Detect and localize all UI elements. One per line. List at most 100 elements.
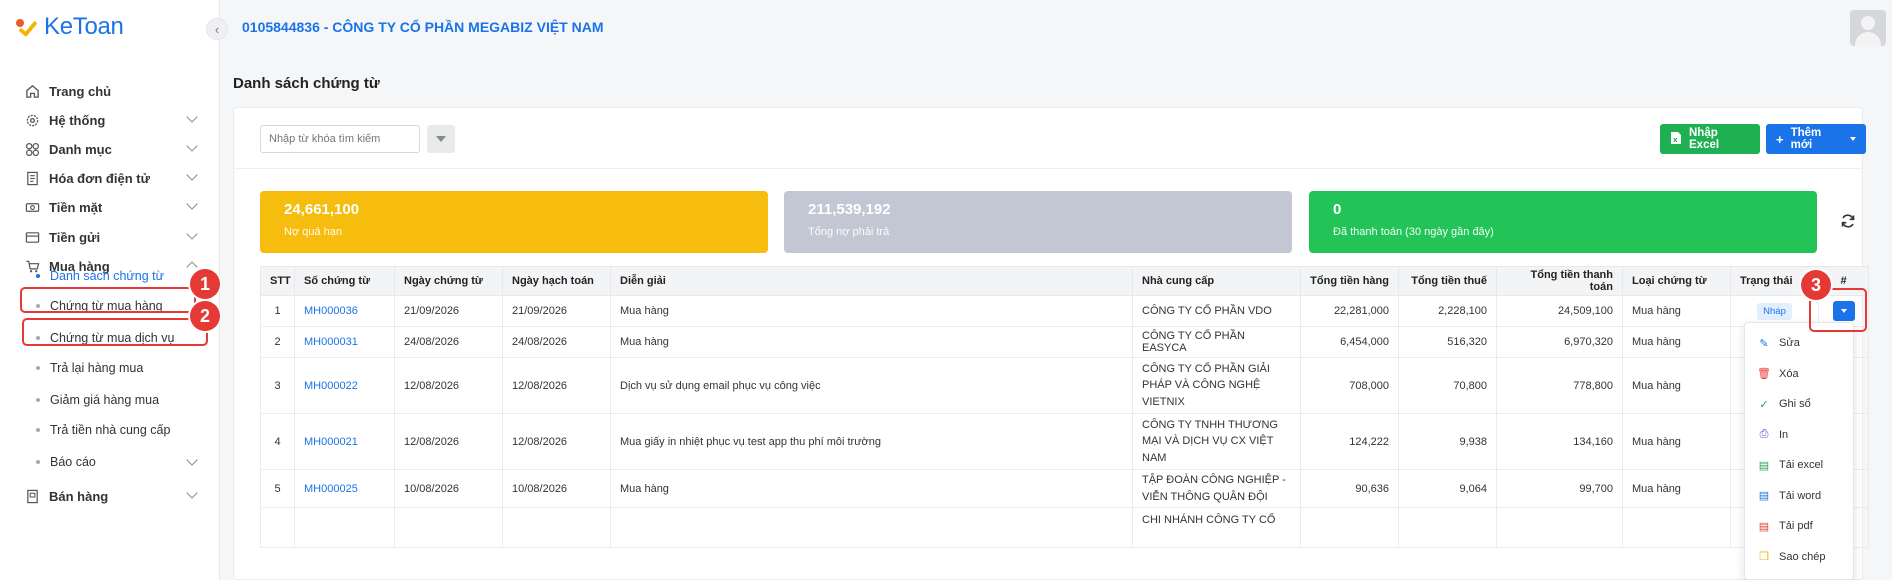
divider	[234, 168, 1862, 169]
cash-icon	[24, 199, 40, 215]
sidebar-subitem-purchase-return[interactable]: Trả lại hàng mua	[0, 354, 200, 382]
pencil-icon: ✎	[1759, 337, 1769, 350]
menu-item-label: Sửa	[1779, 337, 1800, 350]
column-header[interactable]: Ngày hạch toán	[502, 266, 611, 296]
cell-doc-type: Mua hàng	[1622, 413, 1731, 470]
search-input[interactable]	[260, 125, 420, 153]
menu-item-edit[interactable]: ✎ Sửa	[1745, 328, 1853, 359]
cell-payment-total: 6,970,320	[1496, 326, 1623, 358]
sidebar-subitem-label: Trả tiền nhà cung cấp	[50, 423, 171, 437]
sidebar-item-catalog[interactable]: Danh mục	[0, 134, 200, 164]
document-number-link[interactable]: MH000022	[304, 380, 358, 392]
avatar[interactable]	[1850, 10, 1886, 46]
sidebar-item-label: Bán hàng	[49, 488, 109, 504]
menu-item-post[interactable]: ✓ Ghi sổ	[1745, 389, 1853, 420]
cell-goods-total: 90,636	[1300, 469, 1399, 508]
stat-paid-card: 0 Đã thanh toán (30 ngày gần đây)	[1309, 191, 1817, 253]
cell-doc-date	[394, 507, 503, 548]
chevron-left-icon: ‹	[214, 21, 220, 37]
column-header[interactable]: Diễn giải	[610, 266, 1133, 296]
document-number-link[interactable]: MH000036	[304, 305, 358, 317]
company-name[interactable]: 0105844836 - CÔNG TY CỔ PHẦN MEGABIZ VIỆ…	[242, 19, 604, 35]
document-number-link[interactable]: MH000031	[304, 336, 358, 348]
documents-table: STT Số chứng từ Ngày chứng từ Ngày hạch …	[260, 266, 1869, 548]
sidebar-item-system[interactable]: Hệ thống	[0, 105, 200, 135]
sidebar-item-sales[interactable]: Bán hàng	[0, 481, 200, 511]
column-header[interactable]: STT	[260, 266, 295, 296]
menu-item-download-pdf[interactable]: ▤ Tải pdf	[1745, 511, 1853, 542]
menu-item-print[interactable]: ⎙ In	[1745, 420, 1853, 451]
table-row[interactable]: 5 MH000025 10/08/2026 10/08/2026 Mua hàn…	[260, 469, 1869, 508]
sidebar-subitem-document-list[interactable]: Danh sách chứng từ	[0, 262, 200, 290]
cell-goods-total: 708,000	[1300, 357, 1399, 414]
cell-post-date: 12/08/2026	[502, 357, 611, 414]
cell-post-date	[502, 507, 611, 548]
cell-payment-total: 134,160	[1496, 413, 1623, 470]
menu-item-label: Ghi sổ	[1779, 398, 1811, 411]
cell-doc-type	[1622, 507, 1731, 548]
sidebar-subitem-purchase-discount[interactable]: Giảm giá hàng mua	[0, 386, 200, 414]
column-header[interactable]: Tổng tiền hàng	[1300, 266, 1399, 296]
cell-doc-number	[294, 507, 395, 548]
cell-doc-date: 12/08/2026	[394, 413, 503, 470]
menu-item-copy[interactable]: ❐ Sao chép	[1745, 542, 1853, 573]
cell-tax-total: 516,320	[1398, 326, 1497, 358]
filter-dropdown-button[interactable]	[427, 125, 455, 153]
cell-stt: 1	[260, 295, 295, 327]
logo-text: KeToan	[44, 13, 124, 40]
cell-payment-total: 99,700	[1496, 469, 1623, 508]
table-header-row: STT Số chứng từ Ngày chứng từ Ngày hạch …	[260, 266, 1869, 296]
stat-label: Tổng nợ phải trả	[808, 226, 890, 238]
column-header[interactable]: Nhà cung cấp	[1132, 266, 1301, 296]
chevron-down-icon	[186, 487, 198, 499]
home-icon	[24, 83, 40, 99]
table-row[interactable]: 1 MH000036 21/09/2026 21/09/2026 Mua hàn…	[260, 295, 1869, 327]
stat-value: 24,661,100	[284, 201, 360, 218]
menu-item-download-word[interactable]: ▤ Tải word	[1745, 481, 1853, 512]
logo[interactable]: KeToan	[14, 12, 124, 42]
column-header[interactable]: Tổng tiền thanh toán	[1496, 266, 1623, 296]
cell-tax-total: 2,228,100	[1398, 295, 1497, 327]
document-number-link[interactable]: MH000025	[304, 483, 358, 495]
sidebar-subitem-label: Báo cáo	[50, 455, 96, 469]
document-number-link[interactable]: MH000021	[304, 436, 358, 448]
column-header[interactable]: Loại chứng từ	[1622, 266, 1731, 296]
column-header[interactable]: Tổng tiền thuế	[1398, 266, 1497, 296]
word-icon: ▤	[1758, 490, 1770, 503]
header: 0105844836 - CÔNG TY CỔ PHẦN MEGABIZ VIỆ…	[220, 0, 1892, 56]
cell-description	[610, 507, 1133, 548]
column-header[interactable]: Số chứng từ	[294, 266, 395, 296]
table-row[interactable]: 4 MH000021 12/08/2026 12/08/2026 Mua giấ…	[260, 413, 1869, 470]
cell-goods-total: 6,454,000	[1300, 326, 1399, 358]
column-header[interactable]: Ngày chứng từ	[394, 266, 503, 296]
cell-doc-type: Mua hàng	[1622, 326, 1731, 358]
page-title: Danh sách chứng từ	[233, 75, 380, 92]
trash-icon: 🗑	[1757, 368, 1771, 381]
bank-icon	[24, 229, 40, 245]
add-new-button[interactable]: + Thêm mới	[1766, 124, 1866, 154]
menu-item-download-excel[interactable]: ▤ Tải excel	[1745, 450, 1853, 481]
refresh-icon[interactable]	[1834, 207, 1862, 235]
stat-value: 0	[1333, 201, 1342, 218]
collapse-sidebar-button[interactable]: ‹	[206, 18, 228, 40]
import-excel-button[interactable]: x Nhập Excel	[1660, 124, 1760, 154]
sidebar-item-label: Tiền gửi	[49, 229, 101, 245]
cell-payment-total: 778,800	[1496, 357, 1623, 414]
sidebar-item-home[interactable]: Trang chủ	[0, 76, 200, 106]
sidebar-subitem-report[interactable]: Báo cáo	[0, 448, 200, 476]
sidebar-item-cash[interactable]: Tiền mặt	[0, 192, 200, 222]
table-row[interactable]: 2 MH000031 24/08/2026 24/08/2026 Mua hàn…	[260, 326, 1869, 358]
sales-icon	[24, 488, 40, 504]
cell-post-date: 12/08/2026	[502, 413, 611, 470]
sidebar-item-einvoice[interactable]: Hóa đơn điện tử	[0, 163, 200, 193]
cell-stt	[260, 507, 295, 548]
sidebar-subitem-supplier-payment[interactable]: Trả tiền nhà cung cấp	[0, 416, 200, 444]
sidebar-item-label: Hóa đơn điện tử	[49, 170, 150, 186]
table-row[interactable]: 3 MH000022 12/08/2026 12/08/2026 Dịch vụ…	[260, 357, 1869, 414]
cell-doc-type: Mua hàng	[1622, 469, 1731, 508]
table-row[interactable]: CHI NHÁNH CÔNG TY CỔ	[260, 507, 1869, 548]
sidebar-item-deposit[interactable]: Tiền gửi	[0, 222, 200, 252]
menu-item-delete[interactable]: 🗑 Xóa	[1745, 359, 1853, 390]
menu-item-label: Tải word	[1779, 489, 1822, 502]
cell-supplier: CÔNG TY TNHH THƯƠNG MẠI VÀ DỊCH VỤ CX VI…	[1132, 413, 1301, 470]
